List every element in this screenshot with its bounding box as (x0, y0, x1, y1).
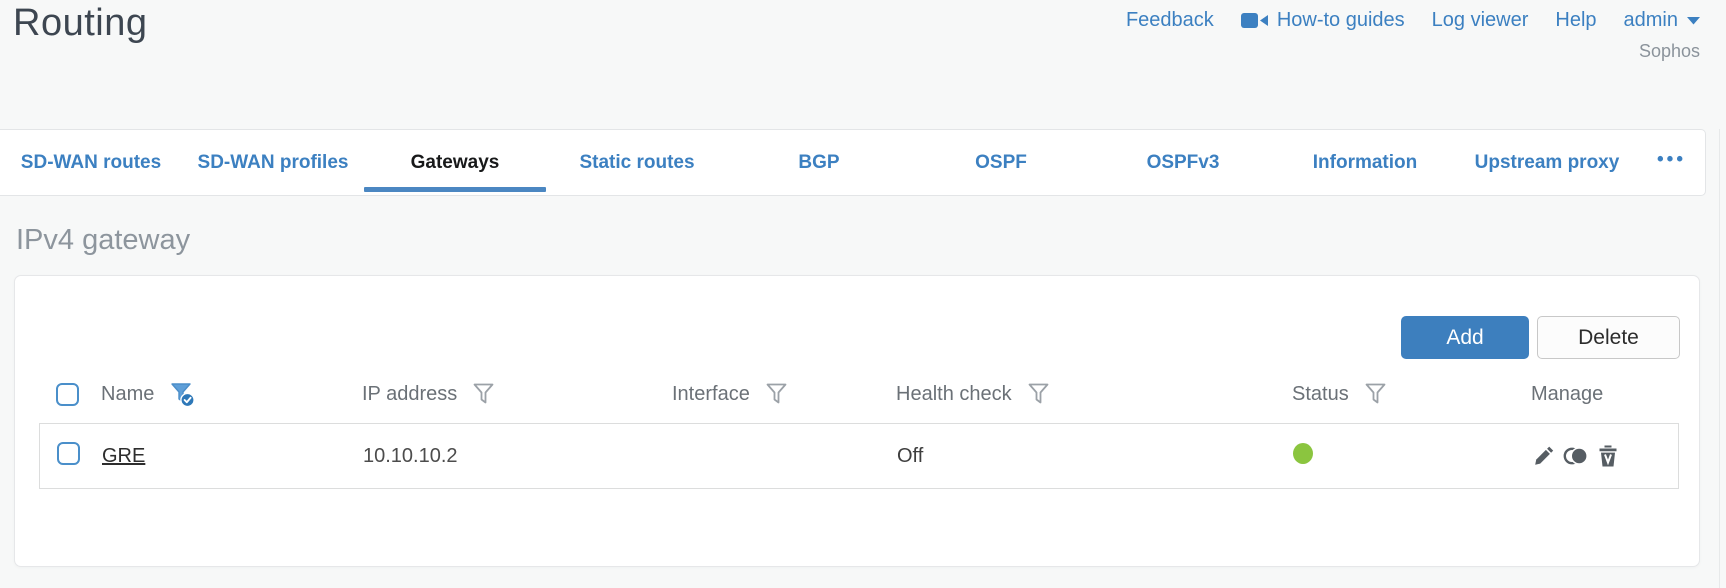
row-ip-cell: 10.10.10.2 (363, 445, 673, 468)
filter-icon[interactable] (1027, 382, 1051, 406)
row-select-cell (40, 441, 102, 471)
select-all-cell (39, 382, 101, 406)
column-header-status: Status (1292, 382, 1531, 406)
column-header-interface: Interface (672, 382, 896, 406)
tab-ospf[interactable]: OSPF (910, 130, 1092, 195)
row-manage-cell (1532, 444, 1678, 468)
caret-down-icon (1687, 17, 1700, 25)
column-header-name: Name (101, 381, 362, 408)
column-label-status: Status (1292, 382, 1349, 405)
top-nav: Feedback How-to guides Log viewer Help a… (1126, 9, 1700, 32)
column-label-ip-address: IP address (362, 382, 458, 405)
edit-pencil-icon[interactable] (1532, 444, 1556, 468)
column-label-interface: Interface (672, 382, 750, 405)
column-label-name: Name (101, 382, 155, 405)
tab-information[interactable]: Information (1274, 130, 1456, 195)
tab-sd-wan-routes[interactable]: SD-WAN routes (0, 130, 182, 195)
column-header-manage: Manage (1531, 383, 1679, 406)
ipv4-gateway-panel: Add Delete Name IP address Interface Hea… (14, 275, 1700, 567)
gateway-name-link[interactable]: GRE (102, 445, 145, 467)
row-status-cell (1293, 442, 1532, 470)
tab-ospfv3[interactable]: OSPFv3 (1092, 130, 1274, 195)
user-menu-label: admin (1623, 9, 1678, 31)
tab-upstream-proxy[interactable]: Upstream proxy (1456, 130, 1638, 195)
section-heading: IPv4 gateway (16, 224, 191, 256)
brand-label: Sophos (1638, 41, 1700, 61)
status-dot (1293, 442, 1313, 464)
delete-button[interactable]: Delete (1537, 316, 1680, 359)
user-menu-button[interactable]: admin (1624, 9, 1700, 32)
log-viewer-link[interactable]: Log viewer (1432, 9, 1529, 32)
column-label-manage: Manage (1531, 382, 1604, 405)
select-all-checkbox[interactable] (56, 382, 79, 406)
row-checkbox[interactable] (57, 441, 80, 465)
tab-sd-wan-profiles[interactable]: SD-WAN profiles (182, 130, 364, 195)
column-header-health-check: Health check (896, 382, 1292, 406)
table-row: GRE 10.10.10.2 Off (39, 423, 1679, 489)
column-header-ip-address: IP address (362, 382, 672, 406)
tab-bar: SD-WAN routes SD-WAN profiles Gateways S… (0, 129, 1706, 196)
howto-guides-link[interactable]: How-to guides (1240, 9, 1405, 32)
toolbar: Add Delete (1401, 316, 1680, 359)
tab-static-routes[interactable]: Static routes (546, 130, 728, 195)
row-name-cell: GRE (102, 445, 363, 468)
howto-guides-label: How-to guides (1276, 9, 1405, 31)
more-tabs-icon: ••• (1657, 148, 1686, 170)
health-check-value: Off (897, 444, 924, 467)
page-title: Routing (13, 2, 148, 44)
filter-icon[interactable] (765, 382, 789, 406)
table-header: Name IP address Interface Health check S… (39, 369, 1679, 419)
row-health-cell: Off (897, 445, 1293, 468)
filter-active-icon[interactable] (169, 381, 196, 408)
ip-address-value: 10.10.10.2 (363, 444, 458, 467)
filter-icon[interactable] (472, 382, 496, 406)
more-tabs-button[interactable]: ••• (1638, 130, 1705, 195)
scrollbar-track-edge (1719, 129, 1720, 588)
tab-bgp[interactable]: BGP (728, 130, 910, 195)
help-link[interactable]: Help (1555, 9, 1596, 32)
feedback-link[interactable]: Feedback (1126, 9, 1214, 32)
column-label-health-check: Health check (896, 382, 1012, 405)
tab-gateways[interactable]: Gateways (364, 130, 546, 195)
clone-icon[interactable] (1563, 444, 1589, 468)
video-camera-icon (1240, 13, 1268, 28)
delete-trash-icon[interactable] (1596, 444, 1620, 468)
filter-icon[interactable] (1364, 382, 1388, 406)
add-button[interactable]: Add (1401, 316, 1529, 359)
